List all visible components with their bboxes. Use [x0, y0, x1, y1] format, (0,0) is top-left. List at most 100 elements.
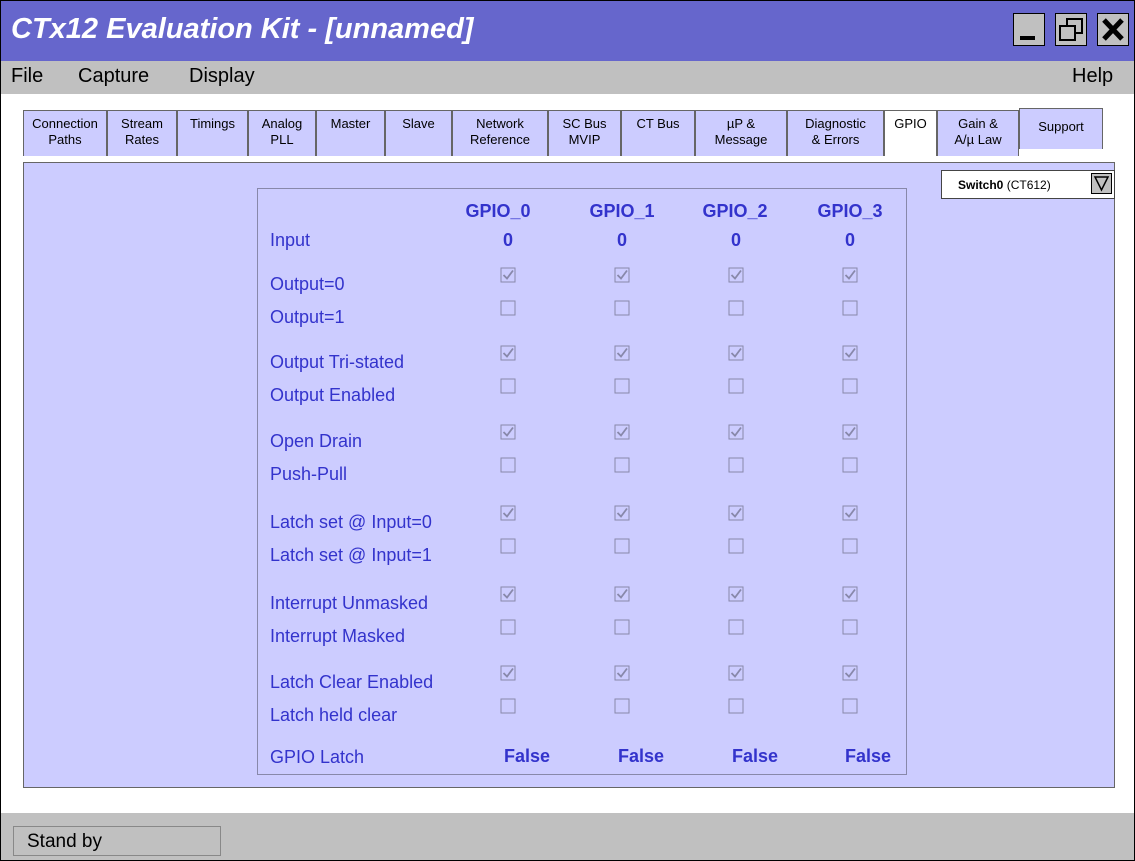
- input-value-gpio-3: 0: [844, 230, 855, 250]
- tab-up-message[interactable]: µP & Message: [695, 110, 787, 156]
- checkbox-unchecked[interactable]: [500, 300, 516, 316]
- tab-analog-pll[interactable]: Analog PLL: [248, 110, 316, 156]
- checkbox-unchecked[interactable]: [728, 619, 744, 635]
- title-bar[interactable]: CTx12 Evaluation Kit - [unnamed]: [1, 1, 1134, 61]
- checkbox-unchecked[interactable]: [614, 619, 630, 635]
- checkbox-checked[interactable]: [842, 665, 858, 681]
- checkbox-checked[interactable]: [842, 345, 858, 361]
- checkbox-checked[interactable]: [614, 345, 630, 361]
- checkbox-checked[interactable]: [614, 505, 630, 521]
- checkbox-checked[interactable]: [728, 424, 744, 440]
- checkbox-checked[interactable]: [842, 505, 858, 521]
- checkbox-checked[interactable]: [500, 505, 516, 521]
- checkbox-unchecked[interactable]: [500, 698, 516, 714]
- tab-support[interactable]: Support: [1019, 108, 1103, 149]
- checkbox-checked[interactable]: [842, 586, 858, 602]
- checkbox-unchecked[interactable]: [728, 538, 744, 554]
- checkbox-checked[interactable]: [842, 424, 858, 440]
- latch-value-gpio-2: False: [731, 746, 779, 766]
- checkbox-unchecked[interactable]: [842, 457, 858, 473]
- tab-network-reference[interactable]: Network Reference: [452, 110, 548, 156]
- check-icon: [844, 347, 856, 358]
- restore-button[interactable]: [1055, 13, 1087, 46]
- check-icon: [844, 667, 856, 678]
- checkbox-unchecked[interactable]: [728, 300, 744, 316]
- tab-diagnostic-errors[interactable]: Diagnostic & Errors: [787, 110, 884, 156]
- checkbox-checked[interactable]: [614, 665, 630, 681]
- check-icon: [730, 347, 742, 358]
- checkbox-checked[interactable]: [500, 424, 516, 440]
- checkbox-unchecked[interactable]: [614, 538, 630, 554]
- tab-sc-bus-mvip[interactable]: SC Bus MVIP: [548, 110, 621, 156]
- check-icon: [616, 269, 628, 280]
- checkbox-checked[interactable]: [728, 267, 744, 283]
- column-header-gpio-1: GPIO_1: [589, 201, 655, 221]
- check-icon: [616, 667, 628, 678]
- tab-master[interactable]: Master: [316, 110, 385, 156]
- checkbox-checked[interactable]: [614, 586, 630, 602]
- checkbox-checked[interactable]: [728, 505, 744, 521]
- menu-capture[interactable]: Capture: [78, 65, 149, 88]
- switch-select[interactable]: Switch0 (CT612): [941, 170, 1115, 199]
- checkbox-unchecked[interactable]: [728, 698, 744, 714]
- checkbox-unchecked[interactable]: [500, 457, 516, 473]
- checkbox-unchecked[interactable]: [842, 698, 858, 714]
- tab-stream-rates[interactable]: Stream Rates: [107, 110, 177, 156]
- checkbox-checked[interactable]: [728, 345, 744, 361]
- check-icon: [502, 269, 514, 280]
- checkbox-checked[interactable]: [500, 665, 516, 681]
- row-label: Output=0: [270, 274, 345, 294]
- checkbox-checked[interactable]: [500, 267, 516, 283]
- row-label: Latch set @ Input=1: [270, 545, 432, 565]
- check-icon: [844, 269, 856, 280]
- dropdown-arrow-icon: [1093, 176, 1110, 192]
- checkbox-unchecked[interactable]: [614, 378, 630, 394]
- checkbox-unchecked[interactable]: [728, 378, 744, 394]
- checkbox-checked[interactable]: [500, 345, 516, 361]
- menu-display[interactable]: Display: [189, 65, 255, 88]
- menu-file[interactable]: File: [11, 65, 43, 88]
- check-icon: [616, 347, 628, 358]
- tab-gain-law[interactable]: Gain & A/µ Law: [937, 110, 1019, 156]
- checkbox-checked[interactable]: [728, 665, 744, 681]
- check-icon: [502, 588, 514, 599]
- row-label: Interrupt Masked: [270, 626, 406, 646]
- checkbox-unchecked[interactable]: [728, 457, 744, 473]
- tab-gpio[interactable]: GPIO: [884, 110, 937, 156]
- checkbox-checked[interactable]: [728, 586, 744, 602]
- check-icon: [502, 667, 514, 678]
- row-label: Output Tri-stated: [270, 352, 405, 372]
- switch-label: Switch0 (CT612): [958, 178, 1051, 192]
- row-label: Output=1: [270, 307, 345, 327]
- checkbox-checked[interactable]: [842, 267, 858, 283]
- checkbox-unchecked[interactable]: [842, 538, 858, 554]
- latch-value-gpio-0: False: [503, 746, 551, 766]
- checkbox-unchecked[interactable]: [500, 378, 516, 394]
- checkbox-unchecked[interactable]: [500, 619, 516, 635]
- minimize-button[interactable]: [1013, 13, 1045, 46]
- check-icon: [844, 426, 856, 437]
- close-button[interactable]: [1097, 13, 1129, 46]
- minimize-icon: [1020, 36, 1035, 40]
- checkbox-unchecked[interactable]: [842, 378, 858, 394]
- switch-model: (CT612): [1006, 178, 1051, 192]
- checkbox-unchecked[interactable]: [842, 300, 858, 316]
- menu-help[interactable]: Help: [1072, 65, 1113, 88]
- checkbox-unchecked[interactable]: [842, 619, 858, 635]
- checkbox-checked[interactable]: [614, 267, 630, 283]
- status-bar: Stand by: [1, 813, 1134, 860]
- latch-value-gpio-3: False: [844, 746, 892, 766]
- app-window: CTx12 Evaluation Kit - [unnamed] File Ca…: [0, 0, 1135, 861]
- checkbox-checked[interactable]: [500, 586, 516, 602]
- tab-connection-paths[interactable]: Connection Paths: [23, 110, 107, 156]
- tab-timings[interactable]: Timings: [177, 110, 248, 156]
- dropdown-button[interactable]: [1091, 173, 1112, 194]
- checkbox-unchecked[interactable]: [614, 698, 630, 714]
- checkbox-unchecked[interactable]: [614, 300, 630, 316]
- tab-slave[interactable]: Slave: [385, 110, 452, 156]
- checkbox-unchecked[interactable]: [500, 538, 516, 554]
- tab-ct-bus[interactable]: CT Bus: [621, 110, 695, 156]
- checkbox-unchecked[interactable]: [614, 457, 630, 473]
- restore-icon: [1059, 18, 1083, 41]
- checkbox-checked[interactable]: [614, 424, 630, 440]
